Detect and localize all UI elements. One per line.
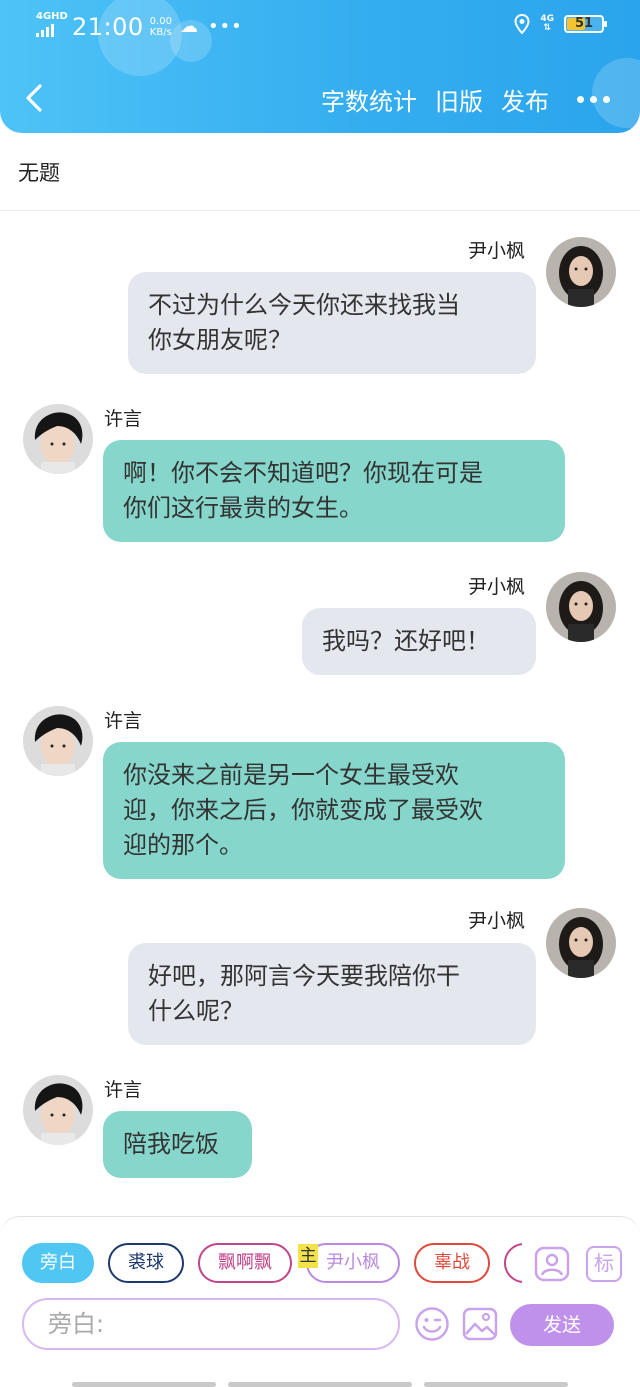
role-chip-qiuqiu[interactable]: 裘球 xyxy=(108,1243,184,1283)
role-chip-partial[interactable] xyxy=(504,1243,522,1283)
tag-label-text: 标 xyxy=(594,1251,614,1275)
nav-bar: 字数统计 旧版 发布 xyxy=(0,70,640,130)
avatar-yin-xiaofeng[interactable] xyxy=(546,237,616,307)
data-arrows-icon: ⇅ xyxy=(543,23,551,33)
avatar-xu-yan[interactable] xyxy=(23,706,93,776)
home-indicator[interactable] xyxy=(424,1382,568,1387)
speaker-name: 尹小枫 xyxy=(468,240,526,262)
main-role-badge: 主 xyxy=(298,1244,318,1268)
battery-icon: 51 xyxy=(564,15,607,33)
signal-indicator: 4GHD xyxy=(36,11,68,41)
message-line: 陪我吃饭 xyxy=(123,1130,219,1158)
send-button[interactable]: 发送 xyxy=(510,1304,614,1346)
avatar-image xyxy=(546,237,616,307)
role-chip-yin-xiaofeng[interactable]: 尹小枫 xyxy=(306,1243,400,1283)
home-indicator[interactable] xyxy=(72,1382,216,1387)
avatar-xu-yan[interactable] xyxy=(23,404,93,474)
message-input[interactable] xyxy=(24,1300,398,1348)
message-line: 啊！你不会不知道吧？你现在可是 xyxy=(123,459,483,487)
avatar-yin-xiaofeng[interactable] xyxy=(546,908,616,978)
speaker-name: 许言 xyxy=(104,710,143,732)
net-speed-value: 0.00 xyxy=(149,15,172,27)
title-row[interactable]: 无题 xyxy=(0,133,640,211)
avatar-image xyxy=(23,404,93,474)
message-line: 你没来之前是另一个女生最受欢 xyxy=(123,761,459,789)
location-icon xyxy=(514,14,530,34)
battery-level: 51 xyxy=(574,16,594,31)
signal-bars-icon xyxy=(36,23,54,37)
message-line: 好吧，那阿言今天要我陪你干 xyxy=(148,962,460,990)
avatar-image xyxy=(23,706,93,776)
page-title[interactable]: 无题 xyxy=(18,157,60,187)
message-line: 迎的那个。 xyxy=(123,831,243,859)
avatar-image xyxy=(546,908,616,978)
speaker-name: 许言 xyxy=(104,1079,143,1101)
message-bubble[interactable]: 你没来之前是另一个女生最受欢 迎，你来之后，你就变成了最受欢 迎的那个。 xyxy=(103,742,565,879)
role-chip-piaoapiao[interactable]: 飘啊飘 xyxy=(198,1243,292,1283)
role-chip-guzhan[interactable]: 辜战 xyxy=(414,1243,490,1283)
role-chip-narration[interactable]: 旁白 xyxy=(22,1243,94,1283)
message-line: 什么呢？ xyxy=(148,997,244,1025)
old-version-button[interactable]: 旧版 xyxy=(435,82,483,117)
message-bubble[interactable]: 不过为什么今天你还来找我当 你女朋友呢？ xyxy=(128,272,536,374)
avatar-image xyxy=(23,1075,93,1145)
mobile-data-indicator: 4G ⇅ xyxy=(540,15,554,33)
tag-label-icon[interactable]: 标 xyxy=(586,1246,622,1282)
network-type: 4GHD xyxy=(36,11,68,22)
more-dots-icon[interactable] xyxy=(577,96,610,103)
avatar-image xyxy=(546,572,616,642)
speaker-name: 尹小枫 xyxy=(468,576,526,598)
avatar-yin-xiaofeng[interactable] xyxy=(546,572,616,642)
message-bubble[interactable]: 啊！你不会不知道吧？你现在可是 你们这行最贵的女生。 xyxy=(103,440,565,542)
status-bar: 4GHD 21:00 0.00 KB/s ☁ ••• 4G ⇅ 51 xyxy=(0,8,640,44)
person-card-icon[interactable] xyxy=(534,1246,570,1282)
message-line: 你女朋友呢？ xyxy=(148,326,292,354)
message-input-box[interactable] xyxy=(22,1298,400,1350)
more-notifications-icon: ••• xyxy=(207,16,243,37)
avatar-xu-yan[interactable] xyxy=(23,1075,93,1145)
speaker-name: 许言 xyxy=(104,408,143,430)
message-line: 不过为什么今天你还来找我当 xyxy=(148,291,460,319)
speaker-name: 尹小枫 xyxy=(468,910,526,932)
publish-button[interactable]: 发布 xyxy=(501,82,549,117)
message-line: 我吗？还好吧！ xyxy=(322,627,490,655)
emoji-icon[interactable] xyxy=(414,1306,450,1342)
home-indicator[interactable] xyxy=(228,1382,412,1387)
clock: 21:00 xyxy=(72,12,144,41)
net-speed-unit: KB/s xyxy=(149,26,172,38)
message-bubble[interactable]: 好吧，那阿言今天要我陪你干 什么呢？ xyxy=(128,943,536,1045)
message-bubble[interactable]: 我吗？还好吧！ xyxy=(302,608,536,675)
message-bubble[interactable]: 陪我吃饭 xyxy=(103,1111,252,1178)
image-icon[interactable] xyxy=(462,1306,498,1342)
app-header: 4GHD 21:00 0.00 KB/s ☁ ••• 4G ⇅ 51 字数统计 … xyxy=(0,0,640,133)
cloud-icon: ☁ xyxy=(179,16,198,37)
word-count-button[interactable]: 字数统计 xyxy=(321,82,417,117)
chevron-left-icon[interactable] xyxy=(18,80,54,116)
net-speed: 0.00 KB/s xyxy=(150,16,172,38)
message-line: 迎，你来之后，你就变成了最受欢 xyxy=(123,796,483,824)
message-line: 你们这行最贵的女生。 xyxy=(123,494,363,522)
role-chip-list[interactable]: 旁白 裘球 飘啊飘 尹小枫 辜战 xyxy=(22,1243,522,1285)
